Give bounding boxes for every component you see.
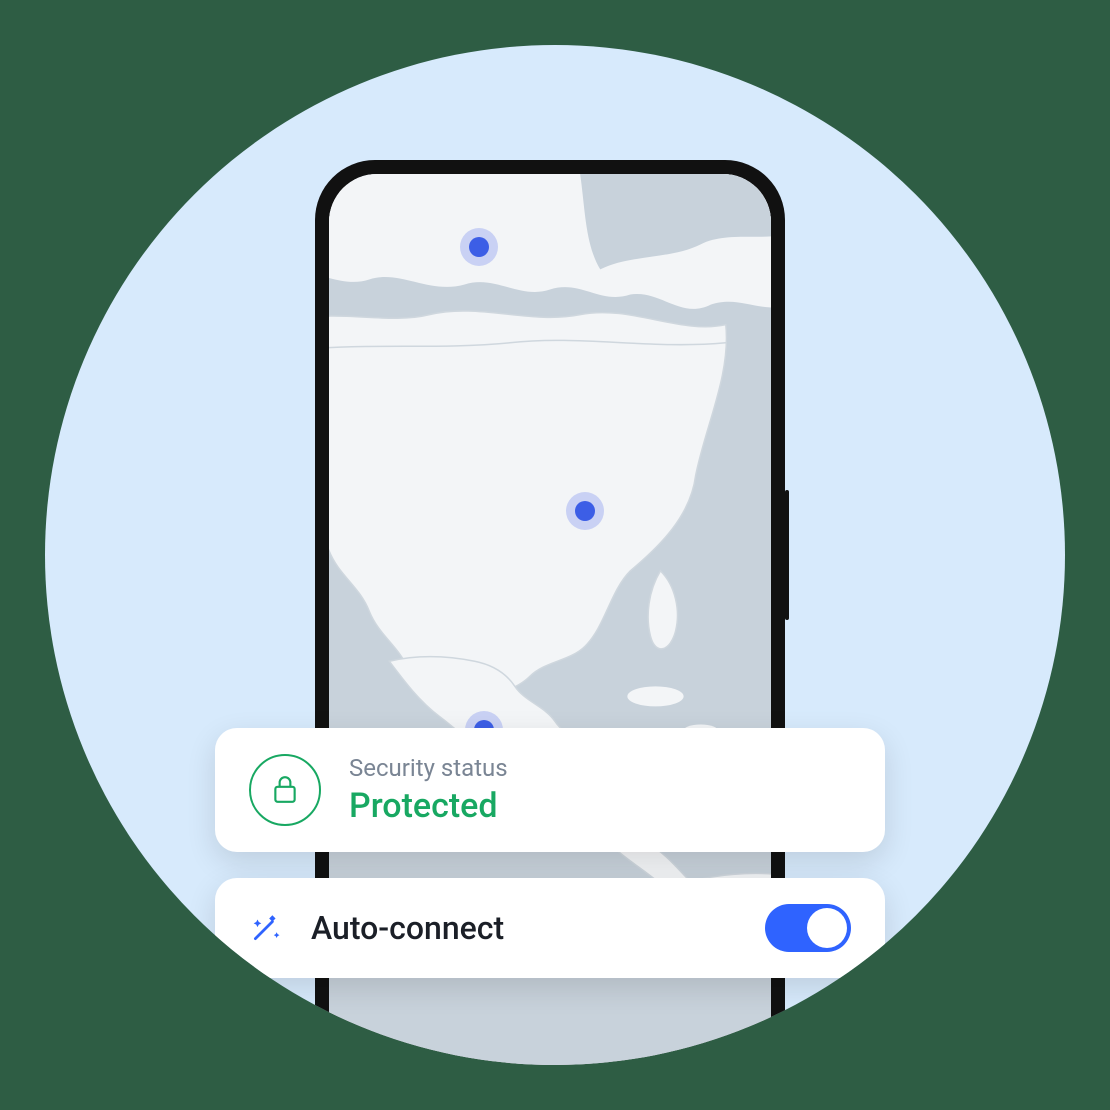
phone-side-button (785, 490, 789, 620)
background-circle: Security status Protected Auto-connect (45, 45, 1065, 1065)
security-status-card: Security status Protected (215, 728, 885, 852)
map-location-pin[interactable] (460, 228, 498, 266)
auto-connect-toggle[interactable] (765, 904, 851, 952)
map-location-pin[interactable] (566, 492, 604, 530)
magic-wand-icon (249, 911, 283, 945)
auto-connect-card: Auto-connect (215, 878, 885, 978)
security-status-value: Protected (349, 786, 508, 826)
overlay-cards: Security status Protected Auto-connect (215, 728, 885, 978)
auto-connect-label: Auto-connect (311, 909, 737, 947)
lock-icon (249, 754, 321, 826)
security-status-label: Security status (349, 754, 508, 782)
